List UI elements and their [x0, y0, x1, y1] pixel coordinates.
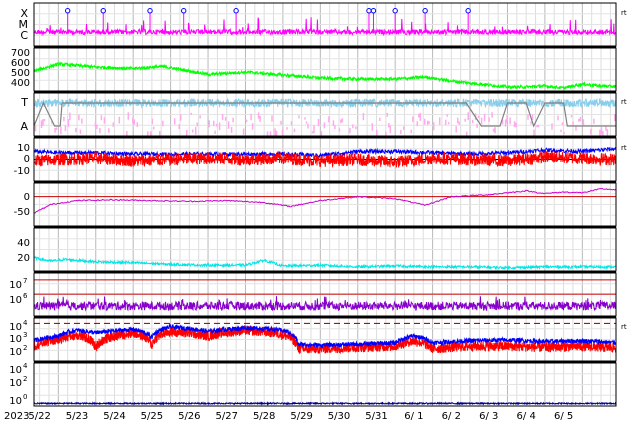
flare-marker — [370, 8, 377, 14]
x-axis-date-tick: 5/23 — [66, 411, 88, 422]
svg-text:2: 2 — [23, 344, 27, 352]
bfield-tick-0: 0 — [24, 154, 30, 165]
x-axis-date-tick: 6/ 2 — [442, 411, 461, 422]
x-axis-date-tick: 5/24 — [103, 411, 125, 422]
bzlong-line — [33, 187, 616, 214]
class-flux-line — [33, 17, 616, 37]
flare-marker — [422, 8, 428, 14]
svg-text:10: 10 — [9, 378, 22, 389]
speed-tick-500: 500 — [11, 68, 30, 79]
x-axis-date-tick: 6/ 3 — [479, 411, 498, 422]
x-axis-date-tick: 5/26 — [178, 411, 200, 422]
flare-marker — [147, 8, 153, 14]
flare-marker — [366, 8, 372, 14]
x-axis-date-tick: 5/31 — [365, 411, 387, 422]
electrons-rt-tag: rt — [621, 323, 627, 331]
x-axis-date-tick: 6/ 5 — [554, 411, 573, 422]
x-axis-date-ticks: 5/22 5/23 5/24 5/25 5/26 5/27 5/28 5/29 5/30 5/31… — [28, 411, 573, 422]
bfield-tick-minus-10: -10 — [14, 166, 30, 177]
flare-marker — [392, 8, 398, 14]
electrons-tick-1e3: 10 3 — [9, 331, 27, 345]
svg-text:7: 7 — [23, 277, 27, 285]
flare-marker — [64, 8, 71, 14]
svg-text:10: 10 — [9, 322, 22, 333]
x-axis-date-tick: 5/22 — [28, 411, 50, 422]
temperature-tick-1e6: 10 6 — [9, 292, 28, 306]
magnetic-tick-t-label: T — [20, 96, 28, 109]
speed-tick-600: 600 — [11, 58, 30, 69]
density-tick-20: 20 — [17, 253, 30, 264]
series-layer — [33, 8, 617, 406]
protons-line — [33, 400, 617, 406]
svg-text:10: 10 — [9, 280, 22, 291]
flare-marker — [233, 8, 239, 14]
x-axis-date-tick: 5/28 — [253, 411, 275, 422]
bfield-tick-10: 10 — [17, 143, 30, 154]
x-axis-date-tick: 5/29 — [290, 411, 312, 422]
speed-tick-700: 700 — [11, 48, 30, 59]
svg-text:10: 10 — [9, 295, 22, 306]
flare-marker — [181, 8, 187, 14]
flare-marker — [100, 8, 106, 14]
svg-text:10: 10 — [9, 347, 22, 358]
x-axis-year-label: 2023 — [4, 411, 29, 422]
protons-tick-1e0: 10 0 — [9, 393, 27, 407]
svg-text:6: 6 — [23, 292, 28, 300]
svg-text:4: 4 — [23, 319, 28, 327]
bzlong-tick-0: 0 — [24, 192, 30, 203]
x-axis-date-tick: 5/30 — [328, 411, 350, 422]
speed-line — [33, 61, 617, 92]
magnetic-tick-a-label: A — [20, 120, 28, 133]
electrons-tick-1e2: 10 2 — [9, 344, 27, 358]
svg-text:10: 10 — [9, 396, 22, 407]
svg-text:0: 0 — [23, 393, 27, 401]
x-axis-date-tick: 6/ 4 — [517, 411, 536, 422]
density-tick-40: 40 — [17, 238, 30, 249]
x-axis-date-tick: 5/27 — [216, 411, 238, 422]
temperature-tick-1e7: 10 7 — [9, 277, 27, 291]
bzlong-tick-minus-50: -50 — [14, 207, 30, 218]
protons-tick-1e4: 10 4 — [9, 362, 28, 376]
class-rt-tag: rt — [621, 9, 627, 17]
svg-text:10: 10 — [9, 334, 22, 345]
speed-tick-400: 400 — [11, 78, 30, 89]
svg-text:10: 10 — [9, 365, 22, 376]
svg-text:4: 4 — [23, 362, 28, 370]
density-line — [33, 255, 616, 271]
svg-text:3: 3 — [23, 331, 27, 339]
protons-tick-1e2: 10 2 — [9, 375, 27, 389]
svg-text:2: 2 — [23, 375, 27, 383]
space-weather-stack-chart: X M C rt 400 500 600 700 T A rt 10 0 -10… — [4, 2, 627, 422]
bfield-rt-tag: rt — [621, 144, 627, 152]
x-axis-date-tick: 6/ 1 — [404, 411, 423, 422]
x-axis-date-tick: 5/25 — [141, 411, 163, 422]
temperature-line — [33, 296, 617, 312]
class-tick-c-label: C — [20, 29, 28, 42]
flare-marker — [465, 8, 471, 14]
magnetic-rt-tag: rt — [621, 98, 627, 106]
